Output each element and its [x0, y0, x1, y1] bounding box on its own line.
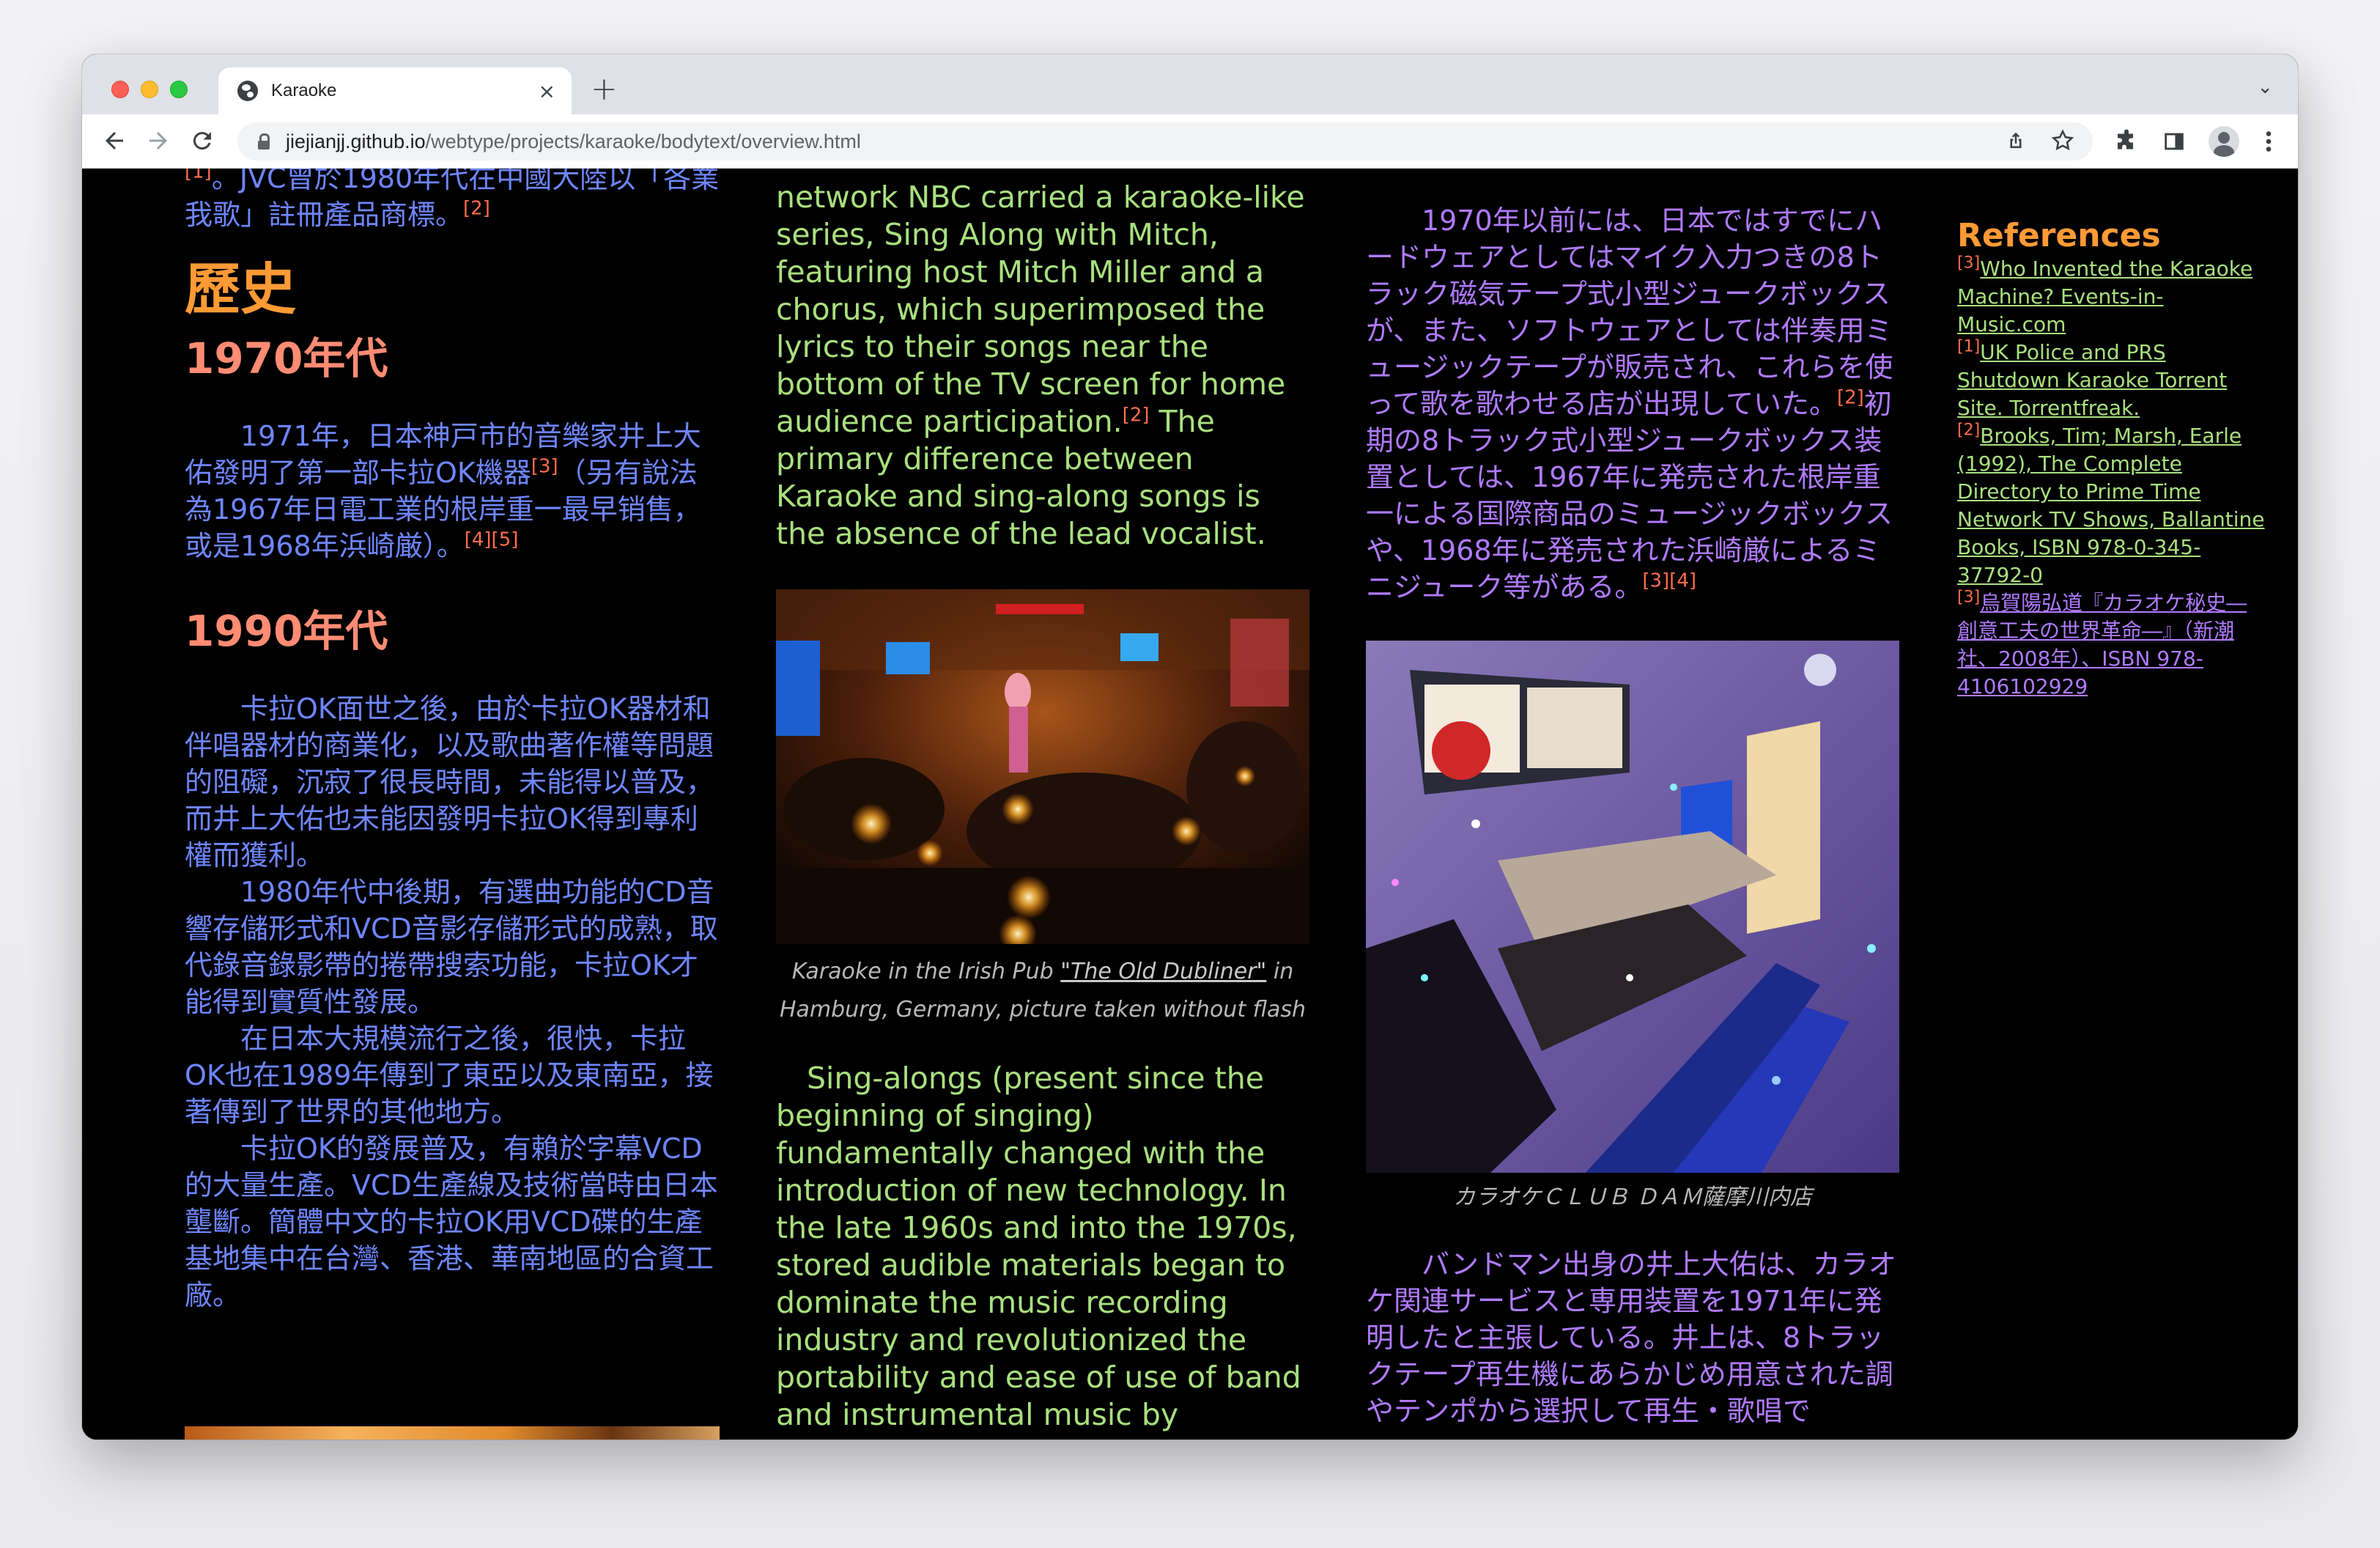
paragraph: 1970年以前には、日本ではすでにハードウェアとしてはマイク入力つきの8トラック… — [1366, 204, 1893, 603]
photo-caption: Karaoke in the Irish Pub "The Old Dublin… — [779, 959, 1307, 1022]
paragraph: 1971年，日本神戸市的音樂家井上大佑發明了第一部卡拉OK機器[3]（另有說法為… — [185, 420, 701, 562]
reference-item: [1]UK Police and PRS Shutdown Karaoke To… — [1957, 337, 2228, 420]
reference-link[interactable]: Who Invented the Karaoke Machine? Events… — [1957, 257, 2252, 336]
citation-link[interactable]: [2] — [463, 197, 490, 219]
column-japanese-2: バンドマン出身の井上大佑は、カラオケ関連サービスと専用装置を1971年に発明した… — [1366, 1246, 1901, 1429]
paragraph: バンドマン出身の井上大佑は、カラオケ関連サービスと専用装置を1971年に発明した… — [1366, 1248, 1896, 1427]
page-content: [1]。JVC曾於1980年代在中國大陸以「各業 我歌」註冊產品商標。[2] 歷… — [82, 169, 2298, 1440]
side-panel-icon[interactable] — [2162, 129, 2187, 154]
paragraph: 在日本大規模流行之後，很快，卡拉OK也在1989年傳到了東亞以及東南亞，接著傳到… — [185, 1022, 714, 1128]
reference-item: [3]烏賀陽弘道『カラオケ秘史―創意工夫の世界革命―』（新潮社、2008年）、I… — [1957, 588, 2247, 699]
citation-link[interactable]: [4][5] — [465, 528, 519, 550]
column-english: network NBC carried a karaoke-like serie… — [776, 179, 1309, 553]
share-icon[interactable] — [2005, 128, 2027, 153]
citation-link[interactable]: [3][4] — [1642, 570, 1696, 591]
section-heading-history: 歷史 — [185, 257, 296, 322]
reference-link[interactable]: UK Police and PRS Shutdown Karaoke Torre… — [1957, 340, 2227, 420]
tab-karaoke[interactable]: Karaoke × — [218, 67, 572, 114]
address-bar[interactable]: jiejianjj.github.io/webtype/projects/kar… — [237, 122, 2093, 161]
paragraph: 卡拉OK的發展普及，有賴於字幕VCD的大量生產。VCD生產線及技術當時由日本壟斷… — [185, 1132, 718, 1311]
subheading-1990s: 1990年代 — [185, 606, 388, 656]
tab-search-icon[interactable]: ⌄ — [2257, 76, 2273, 98]
close-window-button[interactable] — [111, 81, 129, 98]
column-english-2: Sing-alongs (present since the beginning… — [776, 1060, 1309, 1440]
irish-pub-karaoke-photo — [776, 589, 1309, 944]
column-japanese: 1970年以前には、日本ではすでにハードウェアとしてはマイク入力つきの8トラック… — [1366, 202, 1901, 605]
references-column: References [3]Who Invented the Karaoke M… — [1957, 217, 2265, 701]
karaoke-room-photo — [1366, 641, 1899, 1173]
tab-bar: Karaoke × + ⌄ — [82, 54, 2298, 114]
reload-icon[interactable] — [189, 128, 215, 154]
paragraph: 1980年代中後期，有選曲功能的CD音響存儲形式和VCD音影存儲形式的成熟，取代… — [185, 876, 718, 1018]
reference-item: [2]Brooks, Tim; Marsh, Earle (1992), The… — [1957, 421, 2265, 587]
window-controls — [111, 81, 188, 98]
intro-text: [1]。JVC曾於1980年代在中國大陸以「各業 — [185, 169, 720, 196]
globe-icon — [237, 81, 258, 101]
photo-caption: カラオケＣＬＵＢ ＤＡＭ薩摩川内店 — [1453, 1184, 1812, 1210]
references-heading: References — [1957, 217, 2161, 254]
more-menu-icon[interactable] — [2261, 128, 2276, 155]
intro-text-2: 我歌」註冊產品商標。[2] — [185, 197, 490, 231]
lock-icon[interactable] — [258, 133, 270, 150]
profile-avatar[interactable] — [2209, 126, 2239, 157]
reference-item: [3]Who Invented the Karaoke Machine? Eve… — [1957, 254, 2253, 336]
citation-link[interactable]: [3] — [531, 455, 558, 477]
bookmark-star-icon[interactable] — [2050, 128, 2075, 153]
column-chinese: [1]。JVC曾於1980年代在中國大陸以「各業 我歌」註冊產品商標。[2] 歷… — [185, 169, 720, 1313]
subheading-1970s: 1970年代 — [185, 333, 388, 383]
article-photo — [185, 1426, 720, 1440]
citation-link[interactable]: [1] — [185, 169, 212, 183]
citation-link[interactable]: [2] — [1837, 386, 1864, 408]
minimize-window-button[interactable] — [141, 81, 158, 98]
paragraph: network NBC carried a karaoke-like serie… — [776, 180, 1305, 551]
browser-toolbar: jiejianjj.github.io/webtype/projects/kar… — [82, 114, 2298, 169]
browser-window: Karaoke × + ⌄ jiejianjj.github.io/webtyp… — [82, 54, 2298, 1440]
paragraph: Sing-alongs (present since the beginning… — [776, 1061, 1301, 1440]
citation-link[interactable]: [2] — [1123, 404, 1150, 426]
caption-link[interactable]: "The Old Dubliner" — [1060, 959, 1266, 984]
back-arrow-icon[interactable] — [101, 128, 128, 154]
reference-link[interactable]: Brooks, Tim; Marsh, Earle (1992), The Co… — [1957, 424, 2264, 587]
tab-close-icon[interactable]: × — [539, 79, 555, 103]
maximize-window-button[interactable] — [170, 81, 188, 98]
tab-title: Karaoke — [271, 81, 337, 100]
paragraph: 卡拉OK面世之後，由於卡拉OK器材和伴唱器材的商業化，以及歌曲著作權等問題的阻礙… — [185, 693, 714, 871]
url-text[interactable]: jiejianjj.github.io/webtype/projects/kar… — [286, 130, 861, 153]
forward-arrow-icon[interactable] — [145, 128, 171, 154]
new-tab-button[interactable]: + — [591, 70, 618, 108]
extensions-icon[interactable] — [2113, 128, 2140, 155]
reference-link[interactable]: 烏賀陽弘道『カラオケ秘史―創意工夫の世界革命―』（新潮社、2008年）、ISBN… — [1957, 591, 2247, 699]
